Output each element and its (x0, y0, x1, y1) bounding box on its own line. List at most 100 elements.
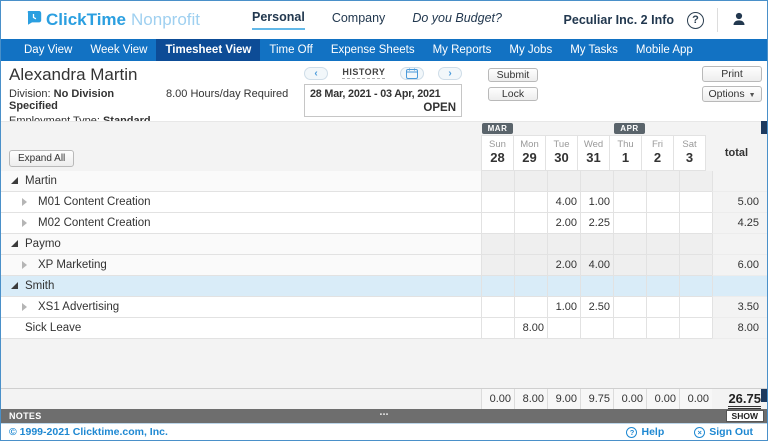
hours-cell[interactable]: 1.00 (580, 192, 613, 213)
hours-cell[interactable]: 4.00 (547, 192, 580, 213)
tab-my-jobs[interactable]: My Jobs (500, 39, 561, 61)
caret-collapsed-icon[interactable] (22, 261, 27, 269)
hours-cell[interactable] (514, 255, 547, 276)
row-label[interactable]: Paymo (1, 234, 481, 255)
hours-cell[interactable] (514, 297, 547, 318)
hours-cell[interactable] (481, 213, 514, 234)
hours-cell[interactable]: 2.00 (547, 213, 580, 234)
hours-cell[interactable]: 2.00 (547, 255, 580, 276)
next-period-button[interactable]: › (438, 67, 462, 80)
hours-cell[interactable] (514, 276, 547, 297)
clicktime-logo[interactable]: ClickTime Nonprofit (25, 10, 200, 30)
hours-cell[interactable] (481, 255, 514, 276)
tab-time-off[interactable]: Time Off (260, 39, 321, 61)
hours-cell[interactable] (646, 213, 679, 234)
tab-week-view[interactable]: Week View (81, 39, 156, 61)
hours-cell[interactable] (580, 171, 613, 192)
hours-cell[interactable] (547, 276, 580, 297)
hours-cell[interactable] (613, 276, 646, 297)
caret-collapsed-icon[interactable] (22, 198, 27, 206)
hours-cell[interactable] (679, 318, 712, 339)
footer-help-link[interactable]: ?Help (626, 426, 664, 438)
hours-cell[interactable]: 1.00 (547, 297, 580, 318)
hours-cell[interactable]: 4.00 (580, 255, 613, 276)
hours-cell[interactable] (514, 234, 547, 255)
tab-timesheet-view[interactable]: Timesheet View (156, 39, 260, 61)
hours-cell[interactable] (679, 297, 712, 318)
copyright-link[interactable]: © 1999-2021 Clicktime.com, Inc. (9, 426, 168, 438)
footer-signout-link[interactable]: ×Sign Out (694, 426, 753, 438)
history-link[interactable]: HISTORY (342, 67, 385, 79)
hours-cell[interactable]: 8.00 (514, 318, 547, 339)
show-notes-button[interactable]: SHOW (726, 410, 764, 422)
hours-cell[interactable] (481, 297, 514, 318)
caret-expanded-icon[interactable] (11, 282, 18, 289)
row-label[interactable]: Sick Leave (1, 318, 481, 339)
hours-cell[interactable] (679, 171, 712, 192)
hours-cell[interactable] (646, 318, 679, 339)
hours-cell[interactable] (580, 318, 613, 339)
tab-my-tasks[interactable]: My Tasks (561, 39, 627, 61)
hours-cell[interactable] (679, 192, 712, 213)
grid-scrollbar-bottom[interactable] (761, 389, 767, 402)
row-label[interactable]: M02 Content Creation (1, 213, 481, 234)
hours-cell[interactable] (613, 192, 646, 213)
hours-cell[interactable] (646, 234, 679, 255)
account-name[interactable]: Peculiar Inc. 2 Info (564, 13, 674, 27)
hours-cell[interactable] (646, 297, 679, 318)
hours-cell[interactable] (679, 234, 712, 255)
print-button[interactable]: Print (702, 66, 762, 82)
tab-my-reports[interactable]: My Reports (424, 39, 501, 61)
hours-cell[interactable] (580, 234, 613, 255)
row-label[interactable]: Martin (1, 171, 481, 192)
primary-nav-personal[interactable]: Personal (252, 10, 305, 30)
primary-nav-do-you-budget[interactable]: Do you Budget? (412, 11, 502, 29)
help-icon[interactable]: ? (687, 12, 704, 29)
primary-nav-company[interactable]: Company (332, 11, 386, 29)
submit-button[interactable]: Submit (488, 68, 538, 82)
hours-cell[interactable] (613, 234, 646, 255)
hours-cell[interactable] (646, 276, 679, 297)
caret-collapsed-icon[interactable] (22, 219, 27, 227)
lock-button[interactable]: Lock (488, 87, 538, 101)
hours-cell[interactable]: 2.50 (580, 297, 613, 318)
hours-cell[interactable] (481, 276, 514, 297)
hours-cell[interactable] (613, 171, 646, 192)
hours-cell[interactable] (514, 192, 547, 213)
notes-drag-handle[interactable]: ... (379, 406, 388, 418)
calendar-button[interactable] (400, 67, 424, 80)
tab-day-view[interactable]: Day View (15, 39, 81, 61)
user-menu-icon[interactable] (731, 11, 747, 30)
hours-cell[interactable] (481, 318, 514, 339)
tab-mobile-app[interactable]: Mobile App (627, 39, 702, 61)
hours-cell[interactable] (646, 255, 679, 276)
hours-cell[interactable] (613, 318, 646, 339)
hours-cell[interactable] (679, 276, 712, 297)
hours-cell[interactable] (514, 213, 547, 234)
row-label[interactable]: XS1 Advertising (1, 297, 481, 318)
prev-period-button[interactable]: ‹ (304, 67, 328, 80)
hours-cell[interactable] (481, 171, 514, 192)
hours-cell[interactable] (613, 255, 646, 276)
hours-cell[interactable] (679, 213, 712, 234)
hours-cell[interactable] (547, 234, 580, 255)
tab-expense-sheets[interactable]: Expense Sheets (322, 39, 424, 61)
hours-cell[interactable] (481, 234, 514, 255)
hours-cell[interactable] (547, 318, 580, 339)
caret-expanded-icon[interactable] (11, 240, 18, 247)
row-label[interactable]: XP Marketing (1, 255, 481, 276)
hours-cell[interactable] (646, 171, 679, 192)
expand-all-button[interactable]: Expand All (9, 150, 74, 167)
hours-cell[interactable] (679, 255, 712, 276)
caret-expanded-icon[interactable] (11, 177, 18, 184)
options-button[interactable]: Options▼ (702, 86, 762, 102)
hours-cell[interactable]: 2.25 (580, 213, 613, 234)
hours-cell[interactable] (646, 192, 679, 213)
row-label[interactable]: M01 Content Creation (1, 192, 481, 213)
hours-cell[interactable] (514, 171, 547, 192)
hours-cell[interactable] (547, 171, 580, 192)
grid-scrollbar-top[interactable] (761, 121, 767, 134)
row-label[interactable]: Smith (1, 276, 481, 297)
hours-cell[interactable] (613, 297, 646, 318)
caret-collapsed-icon[interactable] (22, 303, 27, 311)
